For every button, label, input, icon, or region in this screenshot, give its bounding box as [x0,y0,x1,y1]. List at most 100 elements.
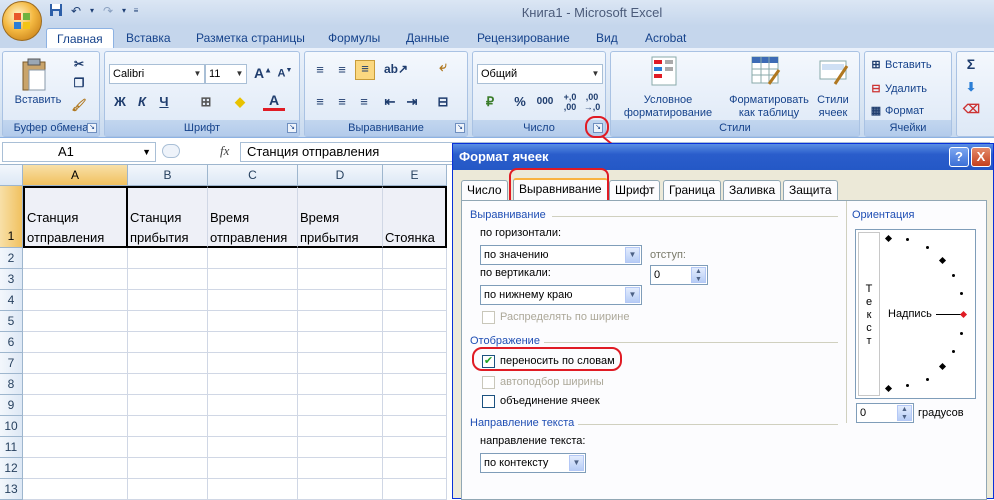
fill-icon[interactable]: ⬇ [963,80,979,94]
align-left-icon[interactable]: ≡ [311,94,329,109]
tab-view[interactable]: Вид [596,28,618,48]
delete-cells-button[interactable]: Удалить [885,83,945,95]
tab-fill[interactable]: Заливка [723,180,782,200]
row-header-3[interactable]: 3 [0,269,23,290]
cell[interactable] [23,416,128,437]
cell[interactable] [298,353,383,374]
align-center-icon[interactable]: ≡ [333,94,351,109]
cell[interactable] [128,332,208,353]
indent-stepper[interactable]: 0 ▲ ▼ [650,265,708,285]
tab-acrobat[interactable]: Acrobat [645,28,686,48]
copy-icon[interactable]: ❐ [71,76,87,92]
cell[interactable] [128,311,208,332]
clipboard-launcher-icon[interactable]: ↘ [87,123,97,133]
font-launcher-icon[interactable]: ↘ [287,123,297,133]
cell[interactable] [23,248,128,269]
paste-icon[interactable] [19,58,49,92]
vertical-select[interactable]: по нижнему краю ▼ [480,285,642,305]
column-header-a[interactable]: A [23,165,128,186]
cell[interactable] [128,416,208,437]
percent-button[interactable]: % [511,94,529,109]
cell[interactable] [208,332,298,353]
cell[interactable] [128,395,208,416]
align-middle-icon[interactable]: ≡ [333,62,351,77]
cell[interactable] [383,290,447,311]
horizontal-select[interactable]: по значению ▼ [480,245,642,265]
orientation-dial[interactable]: Т е к с т Надпись [855,229,976,399]
shrink-font-icon[interactable]: A▼ [275,67,295,80]
column-header-b[interactable]: B [128,165,208,186]
help-button[interactable]: ? [949,147,969,167]
tab-home[interactable]: Главная [46,28,114,48]
row-header-2[interactable]: 2 [0,248,23,269]
tab-page-layout[interactable]: Разметка страницы [196,28,305,48]
distribute-checkbox[interactable] [482,311,495,324]
decrease-indent-icon[interactable]: ⇤ [381,94,399,110]
cell[interactable] [128,269,208,290]
cell-styles-icon[interactable] [819,56,849,88]
row-header-10[interactable]: 10 [0,416,23,437]
merge-checkbox[interactable] [482,395,495,408]
row-header-5[interactable]: 5 [0,311,23,332]
cell[interactable] [23,311,128,332]
italic-button[interactable]: К [133,94,151,109]
cell-c1[interactable]: Время отправления [208,186,298,248]
cell[interactable] [208,311,298,332]
cell[interactable] [298,269,383,290]
cell[interactable] [208,353,298,374]
row-header-4[interactable]: 4 [0,290,23,311]
align-bottom-icon[interactable]: ≡ [355,60,375,80]
conditional-formatting-icon[interactable] [651,56,677,88]
expand-handle-icon[interactable] [162,144,180,158]
name-box[interactable]: A1 ▼ [2,142,156,162]
tab-data[interactable]: Данные [406,28,449,48]
insert-cells-button[interactable]: Вставить [885,59,945,71]
tab-number[interactable]: Число [461,180,508,200]
cell[interactable] [298,437,383,458]
align-right-icon[interactable]: ≡ [355,94,373,109]
cell[interactable] [383,374,447,395]
cell-a1[interactable]: Станция отправления [23,186,128,248]
cell[interactable] [128,353,208,374]
column-header-c[interactable]: C [208,165,298,186]
cell[interactable] [383,437,447,458]
cell[interactable] [128,248,208,269]
cell[interactable] [23,437,128,458]
close-button[interactable]: X [971,147,991,167]
row-header-11[interactable]: 11 [0,437,23,458]
paste-button[interactable]: Вставить [13,94,63,106]
cell[interactable] [128,290,208,311]
grow-font-icon[interactable]: A▲ [253,65,273,81]
cell-styles-label1[interactable]: Стили [811,94,855,106]
vertical-text-button[interactable]: Т е к с т [858,232,880,396]
tab-font[interactable]: Шрифт [609,180,661,200]
cell-e1[interactable]: Стоянка [383,186,447,248]
delete-cells-icon[interactable]: ⊟ [869,82,883,95]
fill-color-icon[interactable]: ◆ [229,94,251,110]
currency-icon[interactable]: ₽ [479,94,501,110]
increase-indent-icon[interactable]: ⇥ [403,94,421,110]
cell[interactable] [23,290,128,311]
cell[interactable] [208,374,298,395]
tab-insert[interactable]: Вставка [126,28,171,48]
cell[interactable] [23,395,128,416]
cell[interactable] [298,374,383,395]
alignment-launcher-icon[interactable]: ↘ [455,123,465,133]
cell[interactable] [208,479,298,500]
cell[interactable] [128,458,208,479]
cell[interactable] [23,458,128,479]
office-button[interactable] [2,1,42,41]
autosum-button[interactable]: Σ [963,56,979,72]
wrap-text-icon[interactable]: ⤶ [431,58,455,80]
cell[interactable] [298,290,383,311]
font-name-combo[interactable]: Calibri ▼ [109,64,205,84]
tab-formulas[interactable]: Формулы [328,28,380,48]
cell[interactable] [298,479,383,500]
cell[interactable] [298,332,383,353]
align-top-icon[interactable]: ≡ [311,62,329,77]
cell[interactable] [208,458,298,479]
cell[interactable] [208,269,298,290]
column-header-e[interactable]: E [383,165,447,186]
insert-cells-icon[interactable]: ⊞ [869,58,883,71]
number-format-combo[interactable]: Общий ▼ [477,64,603,84]
